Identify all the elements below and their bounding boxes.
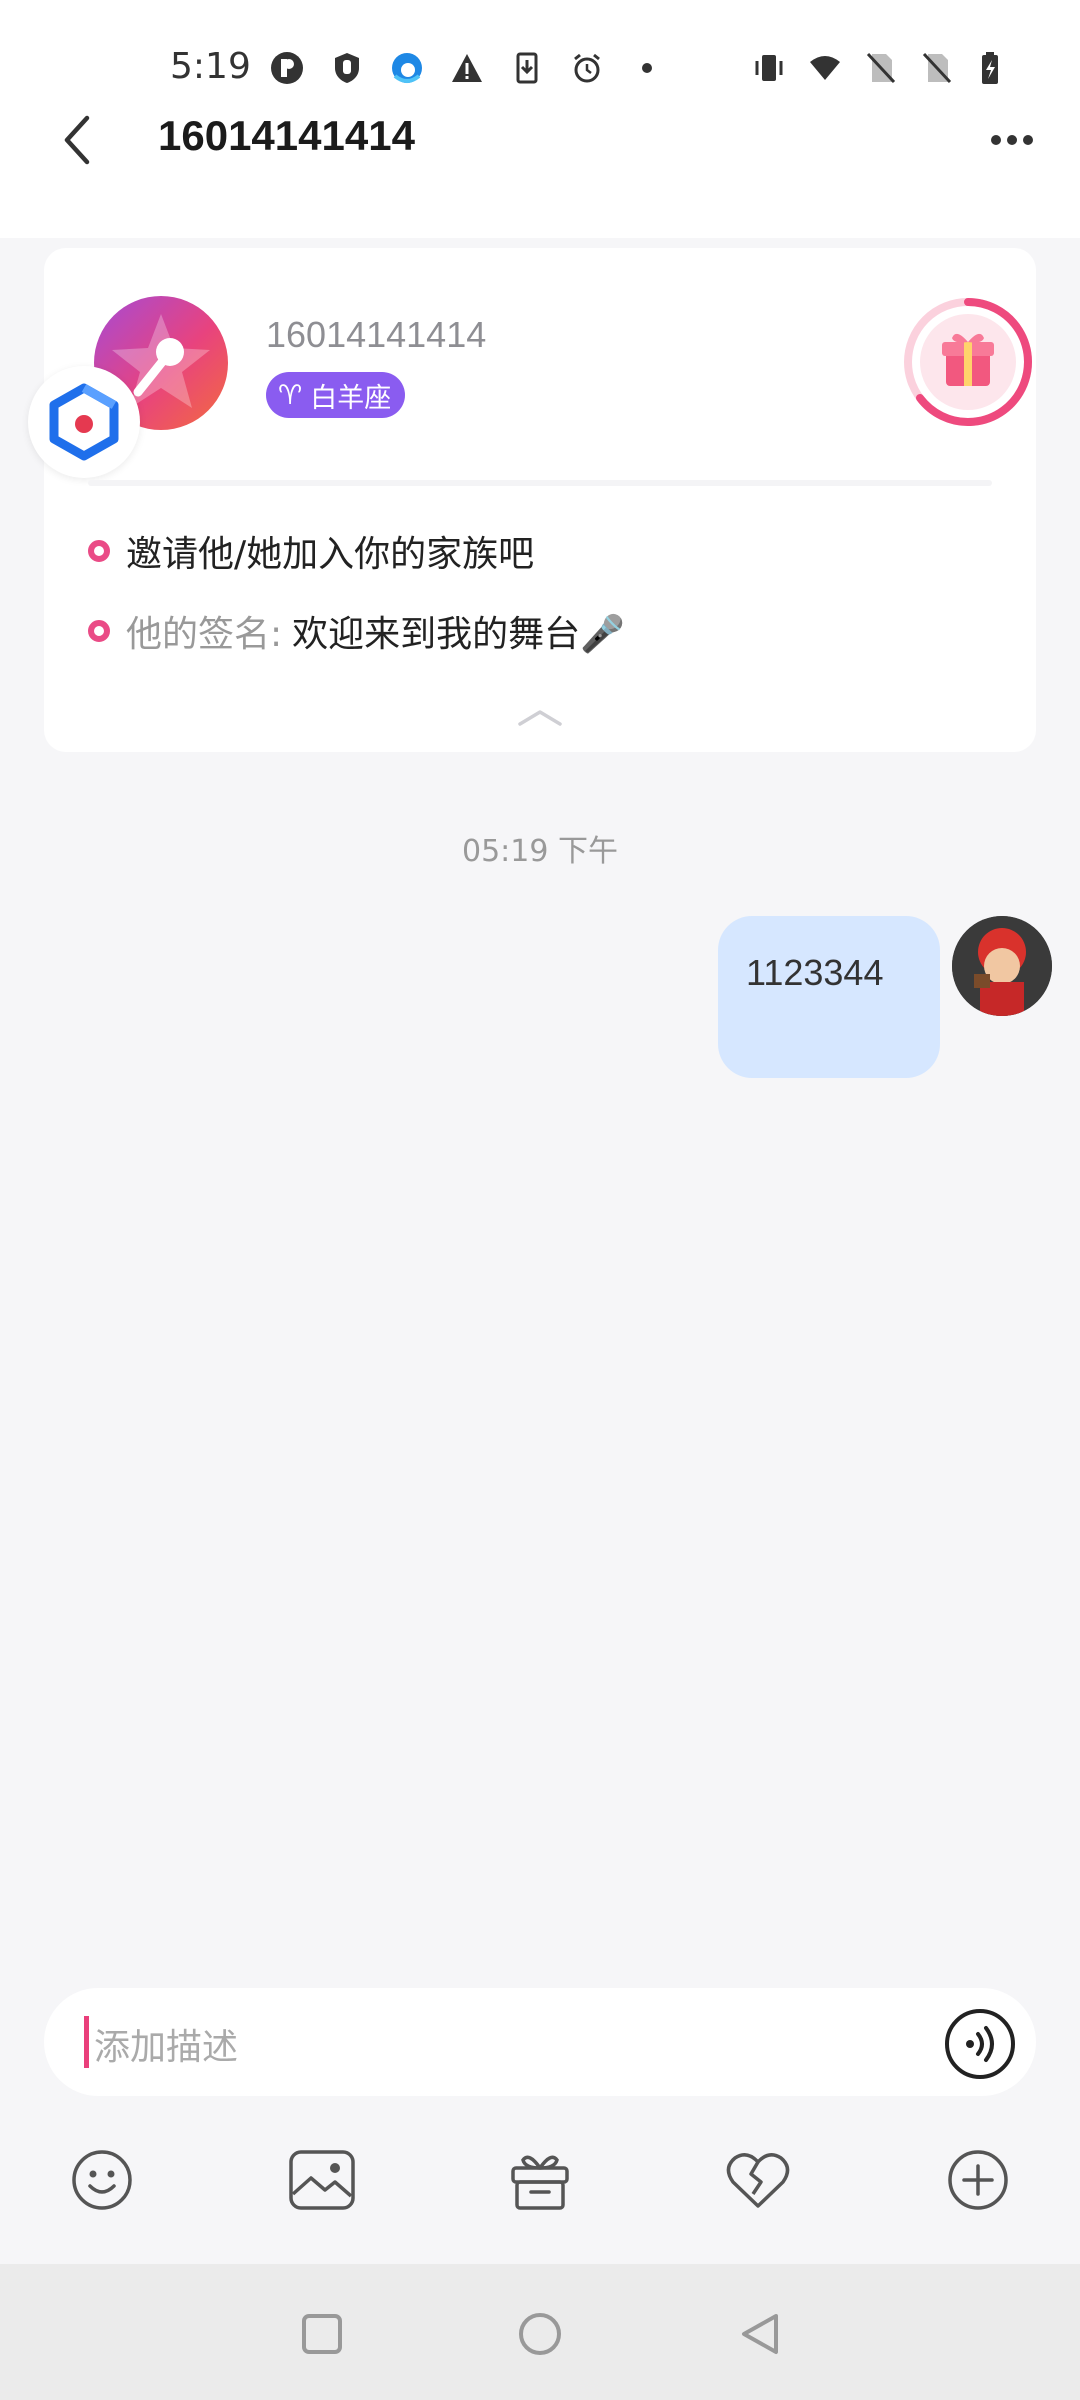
collapse-chevron-icon[interactable] (516, 708, 564, 728)
chat-title: 16014141414 (158, 112, 415, 159)
back-nav-button[interactable] (730, 2304, 790, 2364)
recents-button[interactable] (292, 2304, 352, 2364)
vibrate-icon (755, 55, 783, 81)
image-button[interactable] (282, 2140, 362, 2220)
zodiac-label: 白羊座 (310, 382, 392, 414)
my-avatar[interactable] (952, 916, 1052, 1016)
chat-timestamp: 05:19 下午 (462, 834, 618, 869)
aries-icon: ♈ (278, 379, 303, 411)
emoji-button[interactable] (62, 2140, 142, 2220)
gift-button[interactable] (900, 294, 1036, 430)
gift-toolbar-button[interactable] (500, 2140, 580, 2220)
chevron-left-icon (64, 115, 90, 165)
emoji-icon (72, 2150, 132, 2210)
gift-ring-icon (904, 298, 1032, 426)
download-icon (516, 52, 538, 84)
signature-row: 他的签名: 欢迎来到我的舞台🎤 (88, 606, 625, 656)
edge-icon (392, 53, 422, 83)
alarm-icon (574, 53, 600, 83)
signature-label: 他的签名: (126, 614, 283, 655)
square-icon (302, 2314, 342, 2354)
status-icons-right (752, 48, 1010, 88)
voice-icon[interactable] (944, 2008, 1016, 2080)
system-nav-bar (0, 2264, 1080, 2400)
signature-text: 欢迎来到我的舞台🎤 (292, 614, 625, 655)
gift-icon (511, 2155, 569, 2210)
wifi-icon (810, 56, 840, 80)
no-sim-icon (922, 52, 952, 84)
circle-icon (519, 2313, 561, 2355)
broken-heart-icon (726, 2153, 790, 2208)
bullet-dot (88, 540, 110, 562)
invite-text: 邀请他/她加入你的家族吧 (126, 534, 535, 575)
status-time: 5:19 (170, 46, 251, 87)
profile-name: 16014141414 (266, 314, 487, 355)
shield-icon (335, 53, 359, 83)
back-button[interactable] (52, 110, 102, 170)
warning-icon (452, 54, 482, 82)
invite-row[interactable]: 邀请他/她加入你的家族吧 (88, 526, 534, 576)
profile-card: 16014141414 ♈ 白羊座 邀请他/她加入你的家族吧 他的签名: 欢迎来… (28, 248, 1036, 752)
more-options-button[interactable] (982, 115, 1042, 165)
card-divider (88, 480, 992, 486)
input-toolbar (0, 2120, 1080, 2240)
hexagon-logo-icon (49, 383, 119, 461)
plus-icon (948, 2150, 1008, 2210)
message-bubble[interactable]: 1123344 (718, 916, 940, 1078)
text-caret (84, 2016, 89, 2068)
zodiac-tag: ♈ 白羊座 (266, 372, 406, 418)
bullet-dot (88, 620, 110, 642)
family-badge-logo (28, 366, 140, 478)
dot-icon (642, 63, 652, 73)
message-input[interactable]: 添加描述 (44, 1988, 1036, 2096)
image-icon (289, 2150, 355, 2210)
more-dot (1007, 135, 1017, 145)
notification-p-icon (271, 52, 303, 84)
more-dot (1023, 135, 1033, 145)
battery-charging-icon (982, 52, 998, 84)
broken-heart-button[interactable] (718, 2140, 798, 2220)
no-sim-icon (866, 52, 896, 84)
more-dot (991, 135, 1001, 145)
top-bar: 5:19 16014141414 (0, 0, 1080, 238)
status-icons-left (270, 48, 664, 88)
more-actions-button[interactable] (938, 2140, 1018, 2220)
home-button[interactable] (510, 2304, 570, 2364)
input-placeholder: 添加描述 (94, 2027, 239, 2068)
triangle-back-icon (742, 2314, 778, 2354)
avatar-figure-icon (952, 916, 1052, 1016)
